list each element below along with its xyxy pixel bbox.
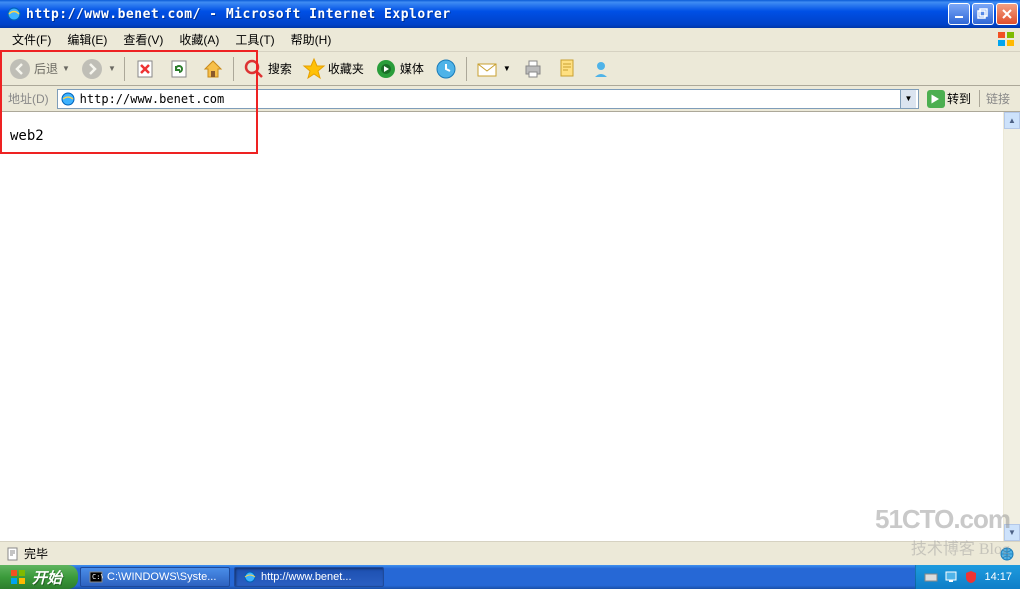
tray-display-icon[interactable]: [944, 570, 958, 584]
favorites-label: 收藏夹: [328, 60, 364, 77]
ie-icon: [6, 6, 22, 22]
content-area: web2 ▲ ▼: [0, 112, 1020, 541]
forward-button[interactable]: ▼: [76, 55, 120, 83]
status-bar: 完毕: [0, 541, 1020, 565]
page-body: web2: [0, 112, 1020, 160]
tray-time[interactable]: 14:17: [984, 571, 1012, 583]
forward-drop-icon: ▼: [108, 64, 116, 73]
go-label: 转到: [947, 90, 971, 107]
menu-help[interactable]: 帮助(H): [283, 29, 340, 50]
back-button[interactable]: 后退 ▼: [4, 55, 74, 83]
media-label: 媒体: [400, 60, 424, 77]
menubar: 文件(F) 编辑(E) 查看(V) 收藏(A) 工具(T) 帮助(H): [0, 28, 1020, 52]
svg-text:C:\: C:\: [92, 573, 103, 581]
taskbar-item-ie-label: http://www.benet...: [261, 571, 352, 583]
maximize-button[interactable]: [972, 3, 994, 25]
mail-button[interactable]: ▼: [471, 55, 515, 83]
mail-icon: [475, 57, 499, 81]
windows-flag-icon: [996, 30, 1016, 48]
stop-button[interactable]: [129, 55, 161, 83]
back-drop-icon: ▼: [62, 64, 70, 73]
search-icon: [242, 57, 266, 81]
status-text-wrap: 完毕: [6, 545, 994, 562]
ie-small-icon: [60, 91, 76, 107]
address-input-wrap[interactable]: ▼: [57, 89, 919, 109]
go-button[interactable]: 转到: [923, 90, 975, 108]
menu-view[interactable]: 查看(V): [115, 29, 171, 50]
address-dropdown-icon[interactable]: ▼: [900, 90, 916, 108]
home-button[interactable]: [197, 55, 229, 83]
edit-doc-icon: [555, 57, 579, 81]
address-input[interactable]: [80, 92, 900, 106]
forward-icon: [80, 57, 104, 81]
print-icon: [521, 57, 545, 81]
go-icon: [927, 90, 945, 108]
menu-file[interactable]: 文件(F): [4, 29, 59, 50]
stop-icon: [133, 57, 157, 81]
start-label: 开始: [32, 567, 62, 588]
edit-button[interactable]: [551, 55, 583, 83]
links-label[interactable]: 链接: [979, 90, 1016, 107]
taskbar: 开始 C:\ C:\WINDOWS\Syste... http://www.be…: [0, 565, 1020, 589]
menu-favorites[interactable]: 收藏(A): [171, 29, 227, 50]
address-label: 地址(D): [4, 90, 53, 107]
vertical-scrollbar[interactable]: ▲ ▼: [1003, 112, 1020, 541]
media-icon: [374, 57, 398, 81]
back-icon: [8, 57, 32, 81]
menu-tools[interactable]: 工具(T): [227, 29, 282, 50]
window-controls: [948, 3, 1018, 25]
status-right: [1000, 547, 1014, 561]
mail-drop-icon: ▼: [503, 64, 511, 73]
taskbar-item-ie[interactable]: http://www.benet...: [234, 567, 384, 587]
cmd-icon: C:\: [89, 570, 103, 584]
media-button[interactable]: 媒体: [370, 55, 428, 83]
print-button[interactable]: [517, 55, 549, 83]
scroll-up-icon[interactable]: ▲: [1004, 112, 1020, 129]
messenger-icon: [589, 57, 613, 81]
status-doc-icon: [6, 547, 20, 561]
refresh-button[interactable]: [163, 55, 195, 83]
menu-edit[interactable]: 编辑(E): [59, 29, 115, 50]
ie-task-icon: [243, 570, 257, 584]
tray-security-icon[interactable]: [964, 570, 978, 584]
history-button[interactable]: [430, 55, 462, 83]
titlebar: http://www.benet.com/ - Microsoft Intern…: [0, 0, 1020, 28]
favorites-button[interactable]: 收藏夹: [298, 55, 368, 83]
start-flag-icon: [10, 569, 26, 585]
messenger-button[interactable]: [585, 55, 617, 83]
tray-keyboard-icon[interactable]: [924, 570, 938, 584]
taskbar-item-cmd-label: C:\WINDOWS\Syste...: [107, 571, 216, 583]
history-icon: [434, 57, 458, 81]
search-label: 搜索: [268, 60, 292, 77]
internet-zone-icon: [1000, 547, 1014, 561]
star-icon: [302, 57, 326, 81]
home-icon: [201, 57, 225, 81]
window-title: http://www.benet.com/ - Microsoft Intern…: [26, 7, 948, 22]
toolbar-separator: [233, 57, 234, 81]
toolbar-separator: [466, 57, 467, 81]
taskbar-item-cmd[interactable]: C:\ C:\WINDOWS\Syste...: [80, 567, 230, 587]
search-button[interactable]: 搜索: [238, 55, 296, 83]
back-label: 后退: [34, 60, 58, 77]
refresh-icon: [167, 57, 191, 81]
address-bar: 地址(D) ▼ 转到 链接: [0, 86, 1020, 112]
minimize-button[interactable]: [948, 3, 970, 25]
toolbar-separator: [124, 57, 125, 81]
toolbar: 后退 ▼ ▼ 搜索 收藏夹 媒体 ▼: [0, 52, 1020, 86]
system-tray: 14:17: [915, 565, 1020, 589]
status-text: 完毕: [24, 545, 48, 562]
scroll-down-icon[interactable]: ▼: [1004, 524, 1020, 541]
close-button[interactable]: [996, 3, 1018, 25]
start-button[interactable]: 开始: [0, 565, 78, 589]
